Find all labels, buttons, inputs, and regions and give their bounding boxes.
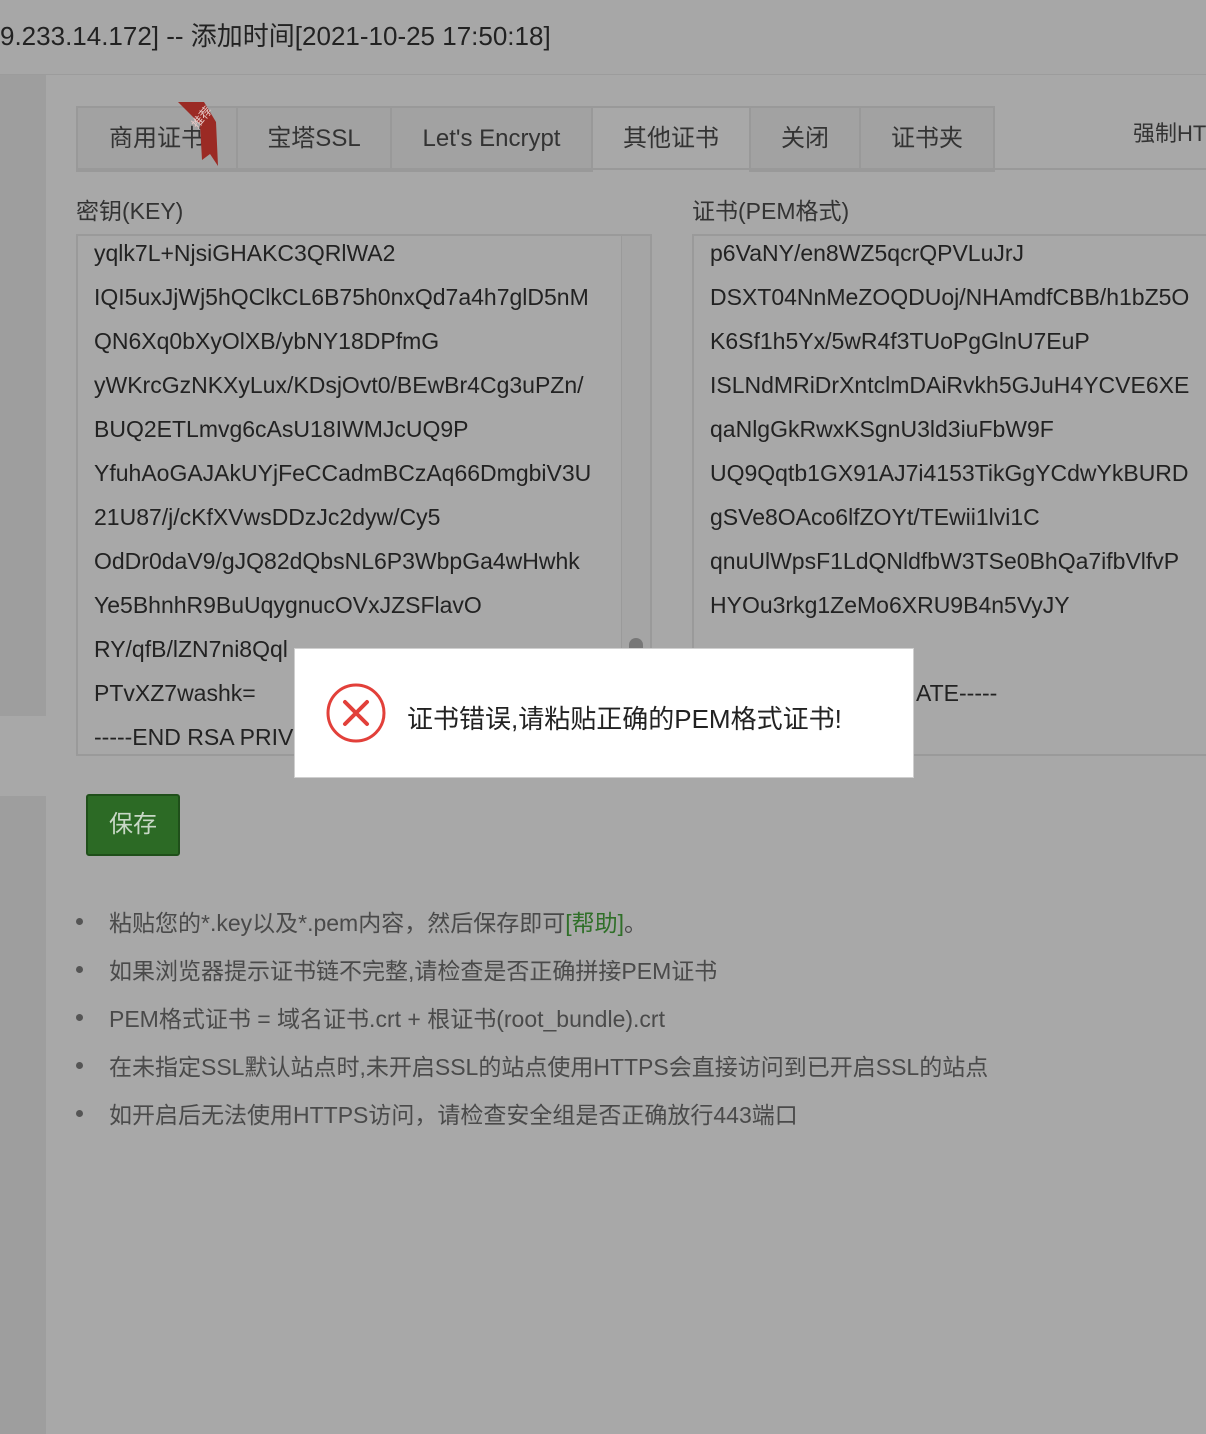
key-line: 21U87/j/cKfXVwsDDzJc2dyw/Cy5 xyxy=(94,504,441,530)
force-https-label[interactable]: 强制HT xyxy=(1133,116,1206,148)
tab-label: 宝塔SSL xyxy=(267,125,361,152)
bullet-icon xyxy=(76,918,83,925)
tip-text: 粘贴您的*.key以及*.pem内容，然后保存即可 xyxy=(109,910,566,936)
bullet-icon xyxy=(76,1110,83,1117)
tip-text: PEM格式证书 = 域名证书.crt + 根证书(root_bundle).cr… xyxy=(109,1006,665,1032)
key-line: -----END RSA PRIV xyxy=(94,724,294,750)
tab-cert-folder[interactable]: 证书夹 xyxy=(861,108,995,170)
key-line: IQI5uxJjWj5hQClkCL6B75h0nxQd7a4h7glD5nM xyxy=(94,284,589,310)
key-line: BUQ2ETLmvg6cAsU18IWMJcUQ9P xyxy=(94,416,469,442)
tip-suffix: 。 xyxy=(624,910,647,936)
key-line: PTvXZ7washk= xyxy=(94,680,256,706)
help-link[interactable]: [帮助] xyxy=(565,910,624,936)
tabs-divider xyxy=(76,168,1206,170)
key-line: OdDr0daV9/gJQ82dQbsNL6P3WbpGa4wHwhk xyxy=(94,548,580,574)
key-line: RY/qfB/lZN7ni8Qql xyxy=(94,636,288,662)
ssl-tabs: 商用证书 推荐 宝塔SSL Let's Encrypt 其他证书 关闭 证书夹 xyxy=(76,102,995,172)
cert-line: p6VaNY/en8WZ5qcrQPVLuJrJ xyxy=(710,240,1025,266)
sidebar-gap xyxy=(0,716,46,796)
cert-line: ATE----- xyxy=(916,680,998,706)
cert-line: K6Sf1h5Yx/5wR4f3TUoPgGlnU7EuP xyxy=(710,328,1090,354)
tab-label: Let's Encrypt xyxy=(422,125,561,152)
tab-label: 证书夹 xyxy=(891,125,963,152)
bullet-icon xyxy=(76,1062,83,1069)
key-line: Ye5BhnhR9BuUqygnucOVxJZSFlavO xyxy=(94,592,482,618)
tip-text: 如果浏览器提示证书链不完整,请检查是否正确拼接PEM证书 xyxy=(109,958,718,984)
cert-line: DSXT04NnMeZOQDUoj/NHAmdfCBB/h1bZ5O xyxy=(710,284,1190,310)
tab-label: 其他证书 xyxy=(623,125,719,152)
bullet-icon xyxy=(76,966,83,973)
save-button[interactable]: 保存 xyxy=(86,794,180,856)
tab-baota-ssl[interactable]: 宝塔SSL xyxy=(238,108,392,170)
tab-label: 关闭 xyxy=(781,125,829,152)
recommend-ribbon-icon: 推荐 xyxy=(178,102,218,166)
error-x-icon xyxy=(326,683,386,743)
site-title: 9.233.14.172] -- 添加时间[2021-10-25 17:50:1… xyxy=(0,21,551,51)
tab-other-cert[interactable]: 其他证书 xyxy=(593,108,751,172)
cert-line: qaNlgGkRwxKSgnU3ld3iuFbW9F xyxy=(710,416,1054,442)
bullet-icon xyxy=(76,1014,83,1021)
cert-line: ISLNdMRiDrXntclmDAiRvkh5GJuH4YCVE6XE xyxy=(710,372,1190,398)
tab-commercial-cert[interactable]: 商用证书 推荐 xyxy=(78,102,238,170)
cert-line: UQ9Qqtb1GX91AJ7i4153TikGgYCdwYkBURD xyxy=(710,460,1189,486)
tip-text: 如开启后无法使用HTTPS访问，请检查安全组是否正确放行443端口 xyxy=(109,1102,798,1128)
key-line: QN6Xq0bXyOlXB/ybNY18DPfmG xyxy=(94,328,440,354)
key-field-label: 密钥(KEY) xyxy=(76,198,184,224)
key-line: yqlk7L+NjsiGHAKC3QRlWA2 xyxy=(94,240,396,266)
tip-text: 在未指定SSL默认站点时,未开启SSL的站点使用HTTPS会直接访问到已开启SS… xyxy=(109,1054,989,1080)
error-message: 证书错误,请粘贴正确的PEM格式证书! xyxy=(407,704,842,734)
error-toast: 证书错误,请粘贴正确的PEM格式证书! xyxy=(294,648,914,778)
cert-line: gSVe8OAco6lfZOYt/TEwii1lvi1C xyxy=(710,504,1040,530)
cert-line: qnuUlWpsF1LdQNldfbW3TSe0BhQa7ifbVlfvP xyxy=(710,548,1180,574)
cert-field-label: 证书(PEM格式) xyxy=(692,198,850,224)
cert-line: HYOu3rkg1ZeMo6XRU9B4n5VyJY xyxy=(710,592,1070,618)
tab-lets-encrypt[interactable]: Let's Encrypt xyxy=(392,108,593,170)
key-line: YfuhAoGAJAkUYjFeCCadmBCzAq66DmgbiV3U xyxy=(94,460,592,486)
tab-close[interactable]: 关闭 xyxy=(751,108,861,170)
window-titlebar: 9.233.14.172] -- 添加时间[2021-10-25 17:50:1… xyxy=(0,0,1206,75)
key-line: yWKrcGzNKXyLux/KDsjOvt0/BEwBr4Cg3uPZn/ xyxy=(94,372,584,398)
